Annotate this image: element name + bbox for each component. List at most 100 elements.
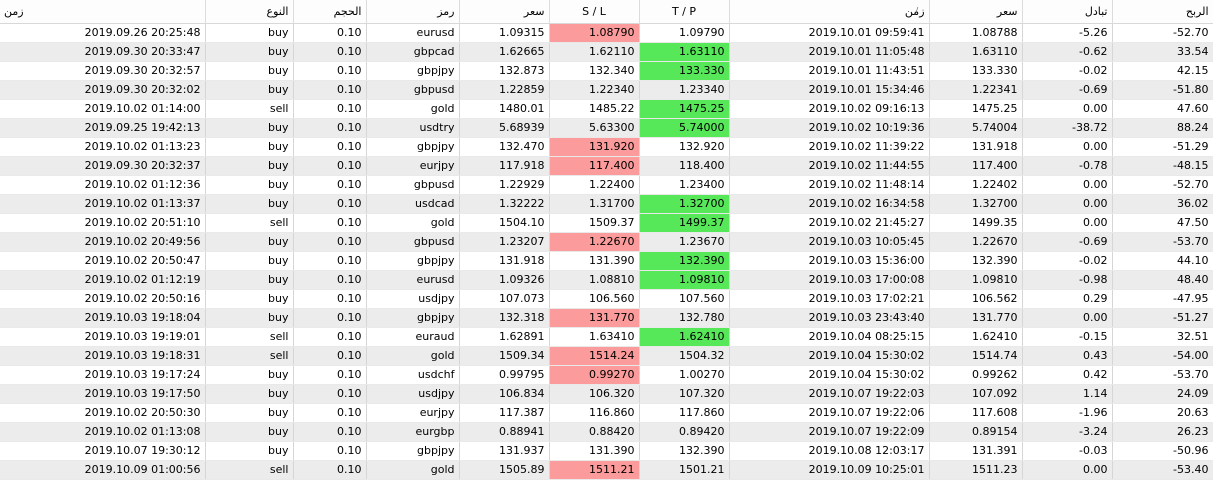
table-row[interactable]: 2019.10.02 20:51:10 sell 0.10 gold 1504.10 15… <box>0 213 1213 233</box>
cell-sl: 132.340 <box>549 61 640 81</box>
cell-close-price: 131.918 <box>929 137 1023 157</box>
cell-sl: 106.560 <box>549 289 640 309</box>
table-row[interactable]: 2019.10.02 20:50:30 buy 0.10 eurjpy 117.387 1… <box>0 403 1213 423</box>
cell-profit: 33.54 <box>1112 42 1213 62</box>
table-row[interactable]: 2019.10.03 19:18:04 buy 0.10 gbpjpy 132.318 1… <box>0 308 1213 328</box>
cell-close-price: 117.608 <box>929 403 1023 423</box>
table-row[interactable]: 2019.10.02 01:13:08 buy 0.10 eurgbp 0.88941 0… <box>0 422 1213 442</box>
cell-swap: -1.96 <box>1022 403 1113 423</box>
cell-swap: 0.42 <box>1022 365 1113 385</box>
table-row[interactable]: 2019.10.03 19:19:01 sell 0.10 euraud 1.62891… <box>0 327 1213 347</box>
cell-volume: 0.10 <box>293 156 367 176</box>
cell-open-price: 1509.34 <box>459 346 550 366</box>
cell-type: buy <box>205 42 294 62</box>
header-label: الربح <box>1185 4 1209 18</box>
table-row[interactable]: 2019.10.02 01:13:37 buy 0.10 usdcad 1.32222 1… <box>0 194 1213 214</box>
cell-symbol: gold <box>366 99 460 119</box>
table-row[interactable]: 2019.10.07 19:30:12 buy 0.10 gbpjpy 131.937 1… <box>0 441 1213 461</box>
cell-close-price: 1.09810 <box>929 270 1023 290</box>
cell-swap: 0.00 <box>1022 99 1113 119</box>
cell-profit: 88.24 <box>1112 118 1213 138</box>
table-row[interactable]: 2019.10.02 01:12:36 buy 0.10 gbpusd 1.22929 1… <box>0 175 1213 195</box>
header-type[interactable]: النوع <box>205 0 294 24</box>
table-row[interactable]: 2019.09.30 20:33:47 buy 0.10 gbpcad 1.62665 1… <box>0 42 1213 62</box>
cell-profit: -47.95 <box>1112 289 1213 309</box>
header-close-price[interactable]: سعر <box>929 0 1023 24</box>
cell-swap: 0.00 <box>1022 308 1113 328</box>
header-open-price[interactable]: سعر <box>459 0 550 24</box>
cell-open-price: 0.88941 <box>459 422 550 442</box>
table-body: 2019.09.26 20:25:48 buy 0.10 eurusd 1.09315 1… <box>0 23 1213 480</box>
table-row[interactable]: 2019.10.03 19:17:24 buy 0.10 usdchf 0.99795 0… <box>0 365 1213 385</box>
table-header: زمن النوع الحجم رمز سعر S / L T / P / زمن… <box>0 0 1213 24</box>
cell-volume: 0.10 <box>293 460 367 480</box>
cell-type: sell <box>205 213 294 233</box>
cell-open-price: 5.68939 <box>459 118 550 138</box>
cell-close-price: 0.99262 <box>929 365 1023 385</box>
cell-volume: 0.10 <box>293 42 367 62</box>
table-row[interactable]: 2019.10.02 20:49:56 buy 0.10 gbpusd 1.23207 1… <box>0 232 1213 252</box>
cell-profit: 36.02 <box>1112 194 1213 214</box>
table-row[interactable]: 2019.10.03 19:18:31 sell 0.10 gold 1509.34 15… <box>0 346 1213 366</box>
table-row[interactable]: 2019.10.02 01:13:23 buy 0.10 gbpjpy 132.470 1… <box>0 137 1213 157</box>
cell-close-price: 1499.35 <box>929 213 1023 233</box>
cell-sl: 116.860 <box>549 403 640 423</box>
cell-type: buy <box>205 308 294 328</box>
history-table: زمن النوع الحجم رمز سعر S / L T / P / زمن… <box>0 0 1213 480</box>
cell-close-time: 2019.10.02 16:34:58 <box>729 194 930 214</box>
cell-open-time: 2019.10.02 20:49:56 <box>0 232 206 252</box>
table-row[interactable]: 2019.09.30 20:32:37 buy 0.10 eurjpy 117.918 1… <box>0 156 1213 176</box>
cell-open-price: 1.09315 <box>459 23 550 43</box>
cell-symbol: euraud <box>366 327 460 347</box>
table-row[interactable]: 2019.09.30 20:32:57 buy 0.10 gbpjpy 132.873 1… <box>0 61 1213 81</box>
cell-symbol: gbpusd <box>366 232 460 252</box>
table-row[interactable]: 2019.10.02 20:50:47 buy 0.10 gbpjpy 131.918 1… <box>0 251 1213 271</box>
cell-volume: 0.10 <box>293 346 367 366</box>
cell-open-time: 2019.10.02 20:50:30 <box>0 403 206 423</box>
header-sl[interactable]: S / L <box>549 0 640 24</box>
cell-symbol: gbpjpy <box>366 251 460 271</box>
header-label: الحجم <box>333 4 362 18</box>
cell-tp: 1.23670 <box>639 232 730 252</box>
cell-tp: 1.62410 <box>639 327 730 347</box>
table-row[interactable]: 2019.09.26 20:25:48 buy 0.10 eurusd 1.09315 1… <box>0 23 1213 43</box>
header-tp[interactable]: T / P <box>639 0 730 24</box>
header-swap[interactable]: تبادل <box>1022 0 1113 24</box>
table-row[interactable]: 2019.10.09 01:00:56 sell 0.10 gold 1505.89 15… <box>0 460 1213 480</box>
table-row[interactable]: 2019.10.02 01:14:00 sell 0.10 gold 1480.01 14… <box>0 99 1213 119</box>
header-open-time[interactable]: زمن <box>0 0 206 24</box>
table-row[interactable]: 2019.10.02 20:50:16 buy 0.10 usdjpy 107.073 1… <box>0 289 1213 309</box>
cell-volume: 0.10 <box>293 232 367 252</box>
cell-profit: 47.50 <box>1112 213 1213 233</box>
header-close-time[interactable]: / زمن <box>729 0 930 24</box>
cell-close-price: 1.22341 <box>929 80 1023 100</box>
cell-open-time: 2019.09.30 20:32:57 <box>0 61 206 81</box>
cell-tp: 1504.32 <box>639 346 730 366</box>
header-profit[interactable]: الربح <box>1112 0 1213 24</box>
cell-type: buy <box>205 270 294 290</box>
cell-symbol: gbpcad <box>366 42 460 62</box>
cell-tp: 132.780 <box>639 308 730 328</box>
cell-tp: 118.400 <box>639 156 730 176</box>
cell-type: buy <box>205 403 294 423</box>
cell-profit: -50.96 <box>1112 441 1213 461</box>
cell-symbol: gold <box>366 460 460 480</box>
cell-tp: 1501.21 <box>639 460 730 480</box>
cell-swap: -38.72 <box>1022 118 1113 138</box>
cell-open-time: 2019.10.03 19:18:31 <box>0 346 206 366</box>
cell-profit: 26.23 <box>1112 422 1213 442</box>
cell-open-time: 2019.10.03 19:17:50 <box>0 384 206 404</box>
cell-open-time: 2019.10.07 19:30:12 <box>0 441 206 461</box>
cell-type: buy <box>205 175 294 195</box>
cell-type: sell <box>205 327 294 347</box>
cell-volume: 0.10 <box>293 308 367 328</box>
table-row[interactable]: 2019.10.03 19:17:50 buy 0.10 usdjpy 106.834 1… <box>0 384 1213 404</box>
table-row[interactable]: 2019.09.30 20:32:02 buy 0.10 gbpusd 1.22859 1… <box>0 80 1213 100</box>
cell-swap: 0.43 <box>1022 346 1113 366</box>
table-row[interactable]: 2019.09.25 19:42:13 buy 0.10 usdtry 5.68939 5… <box>0 118 1213 138</box>
cell-close-price: 1.22670 <box>929 232 1023 252</box>
cell-type: buy <box>205 118 294 138</box>
table-row[interactable]: 2019.10.02 01:12:19 buy 0.10 eurusd 1.09326 1… <box>0 270 1213 290</box>
header-volume[interactable]: الحجم <box>293 0 367 24</box>
header-symbol[interactable]: رمز <box>366 0 460 24</box>
